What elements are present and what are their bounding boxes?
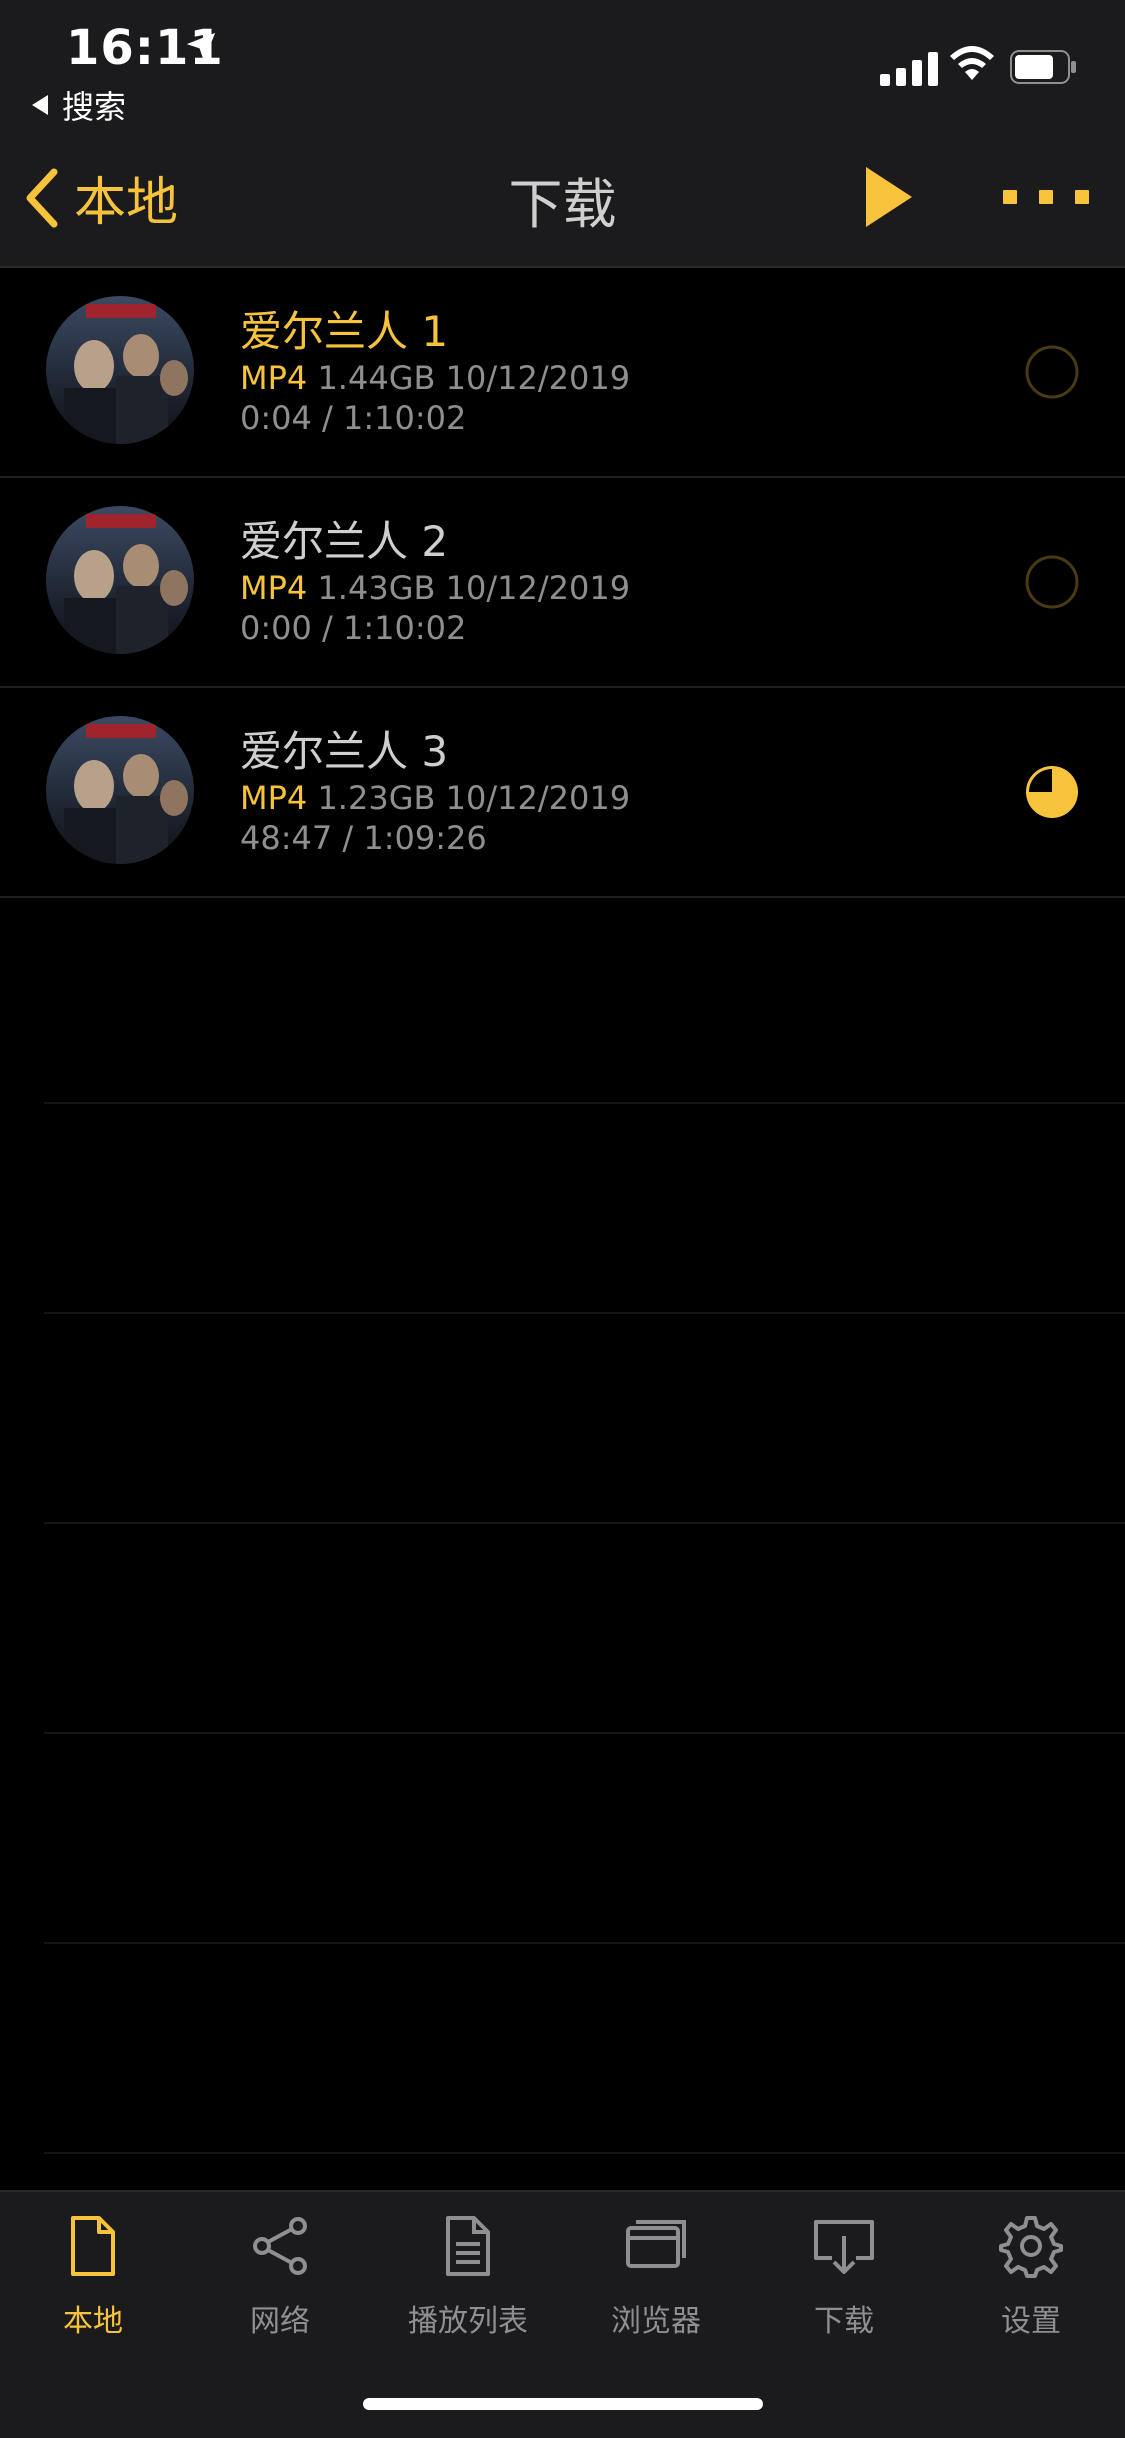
more-dot-icon: [1075, 190, 1089, 204]
more-options-button[interactable]: [1003, 190, 1089, 204]
playlist-icon: [446, 2216, 490, 2276]
cellular-signal-icon: [880, 46, 938, 86]
more-dot-icon: [1003, 190, 1017, 204]
download-icon: [814, 2220, 874, 2274]
share-icon: [253, 2217, 307, 2275]
page-title: 下载: [508, 173, 617, 236]
item-title: 爱尔兰人 1: [240, 307, 449, 356]
list-separator: [44, 1732, 1125, 1734]
item-meta: MP4 1.23GB 10/12/2019: [240, 779, 630, 817]
tab-label: 浏览器: [611, 2304, 701, 2339]
list-separator: [44, 1102, 1125, 1104]
item-progress: 0:04 / 1:10:02: [240, 399, 467, 437]
back-app-label: 搜索: [62, 88, 127, 126]
item-format: MP4: [240, 569, 308, 607]
browser-icon: [626, 2220, 686, 2268]
tab-playlist[interactable]: 播放列表: [383, 2214, 553, 2340]
list-separator: [44, 2152, 1125, 2154]
list-item[interactable]: 爱尔兰人 1 MP4 1.44GB 10/12/2019 0:04 / 1:10…: [0, 268, 1125, 478]
item-format: MP4: [240, 359, 308, 397]
download-status-icon[interactable]: [1024, 344, 1080, 400]
item-meta: MP4 1.43GB 10/12/2019: [240, 569, 630, 607]
back-triangle-icon: [32, 95, 48, 115]
tab-label: 播放列表: [408, 2304, 528, 2339]
tab-download[interactable]: 下载: [759, 2214, 929, 2340]
home-indicator: [363, 2398, 763, 2410]
tab-label: 下载: [814, 2304, 874, 2339]
item-progress: 48:47 / 1:09:26: [240, 819, 487, 857]
download-status-icon[interactable]: [1024, 554, 1080, 610]
more-dot-icon: [1039, 190, 1053, 204]
list-item[interactable]: 爱尔兰人 2 MP4 1.43GB 10/12/2019 0:00 / 1:10…: [0, 478, 1125, 688]
download-list: 爱尔兰人 1 MP4 1.44GB 10/12/2019 0:04 / 1:10…: [0, 268, 1125, 898]
play-all-icon[interactable]: [864, 165, 914, 229]
item-size-date: 1.43GB 10/12/2019: [317, 569, 631, 607]
tab-label: 本地: [63, 2304, 123, 2339]
video-thumbnail: [46, 296, 194, 444]
list-separator: [44, 1942, 1125, 1944]
list-separator: [44, 1312, 1125, 1314]
tab-settings[interactable]: 设置: [946, 2214, 1116, 2340]
video-thumbnail: [46, 506, 194, 654]
back-to-app-button[interactable]: 搜索: [32, 82, 126, 128]
tab-label: 网络: [250, 2304, 310, 2339]
list-item[interactable]: 爱尔兰人 3 MP4 1.23GB 10/12/2019 48:47 / 1:0…: [0, 688, 1125, 898]
item-format: MP4: [240, 779, 308, 817]
item-size-date: 1.23GB 10/12/2019: [317, 779, 631, 817]
item-progress: 0:00 / 1:10:02: [240, 609, 467, 647]
battery-icon: [1010, 50, 1076, 84]
wifi-icon: [950, 46, 994, 80]
video-thumbnail: [46, 716, 194, 864]
tab-local[interactable]: 本地: [8, 2214, 178, 2340]
item-title: 爱尔兰人 3: [240, 727, 449, 776]
tab-browser[interactable]: 浏览器: [571, 2214, 741, 2340]
item-size-date: 1.44GB 10/12/2019: [317, 359, 631, 397]
tab-label: 设置: [1001, 2304, 1061, 2339]
location-arrow-icon: [186, 32, 216, 62]
document-icon: [71, 2216, 115, 2276]
item-title: 爱尔兰人 2: [240, 517, 449, 566]
list-separator: [44, 1522, 1125, 1524]
item-meta: MP4 1.44GB 10/12/2019: [240, 359, 630, 397]
tab-network[interactable]: 网络: [195, 2214, 365, 2340]
download-progress-icon[interactable]: [1024, 764, 1080, 820]
gear-icon: [999, 2216, 1063, 2278]
